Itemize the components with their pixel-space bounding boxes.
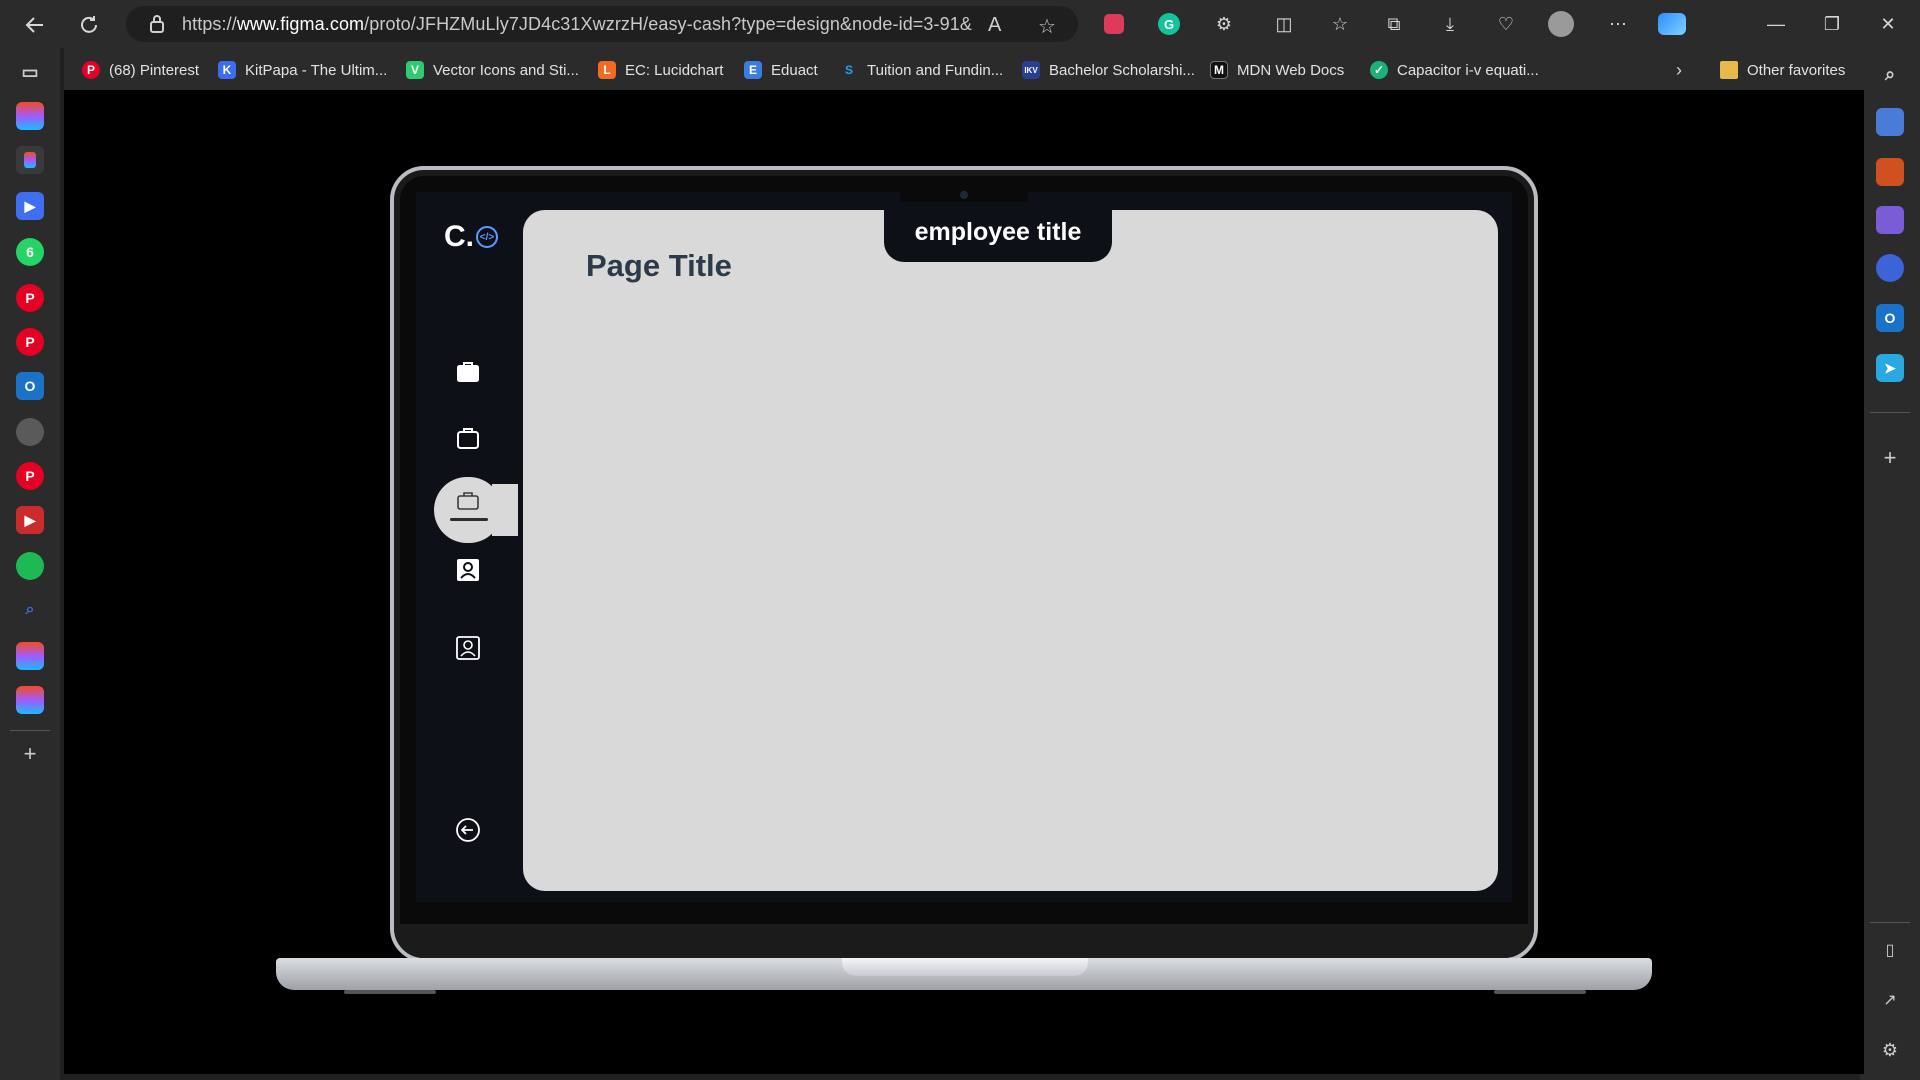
briefcase-filled-icon[interactable] (454, 358, 482, 386)
pinterest-icon: P (82, 61, 100, 79)
read-aloud-icon[interactable]: A (988, 14, 1001, 37)
figma-tab-icon[interactable] (16, 102, 44, 130)
browser-essentials-icon[interactable]: ♡ (1492, 10, 1520, 38)
favorite-item[interactable]: L EC: Lucidchart (598, 59, 723, 81)
microsoft365-icon[interactable] (1876, 254, 1904, 282)
grammarly-icon[interactable]: G (1155, 10, 1183, 38)
vertical-tabs-rail: ▭ ▶ 6 P P O P ▶ ⌕ + (0, 48, 60, 1080)
eduact-icon: E (744, 61, 762, 79)
capacitor-icon: ✓ (1370, 61, 1388, 79)
briefcase-outline-icon[interactable] (454, 424, 482, 452)
camera-dot (960, 191, 968, 199)
favorite-item[interactable]: M MDN Web Docs (1210, 59, 1344, 81)
code-icon: </> (476, 226, 498, 248)
chatgpt-tab-icon[interactable] (16, 418, 44, 446)
settings-gear-icon[interactable]: ⚙ (1876, 1036, 1904, 1064)
youtube-tab-icon[interactable]: ▶ (16, 506, 44, 534)
favorite-item[interactable]: K KitPapa - The Ultim... (218, 59, 387, 81)
favorite-star-icon[interactable]: ☆ (1038, 14, 1056, 39)
main-content-panel (523, 210, 1498, 891)
logo-letter: C. (444, 220, 474, 253)
more-icon[interactable]: ⋯ (1604, 10, 1632, 38)
profile-avatar[interactable] (1547, 10, 1575, 38)
favorites-icon[interactable]: ☆ (1326, 10, 1354, 38)
collections-icon[interactable]: ⧉ (1380, 10, 1408, 38)
favorite-item[interactable]: IKV Bachelor Scholarshi... (1022, 59, 1195, 81)
pinterest-tab-icon[interactable]: P (16, 328, 44, 356)
close-button[interactable]: ✕ (1874, 10, 1902, 38)
back-button[interactable] (18, 8, 52, 42)
active-underline (450, 518, 488, 521)
browser-toolbar: https://www.figma.com/proto/JFHZMuLly7JD… (0, 0, 1920, 48)
employee-title: employee title (914, 217, 1082, 246)
search-icon[interactable]: ⌕ (1876, 60, 1904, 88)
whatsapp-tab-icon[interactable]: 6 (16, 238, 44, 266)
address-bar[interactable]: https://www.figma.com/proto/JFHZMuLly7JD… (126, 6, 1078, 42)
pinterest-tab-icon[interactable]: P (16, 462, 44, 490)
sidebar-toggle-icon[interactable]: ▯ (1876, 936, 1904, 964)
favorite-item[interactable]: E Eduact (744, 59, 818, 81)
new-tab-plus-icon[interactable]: + (16, 740, 44, 768)
folder-icon (1720, 61, 1738, 79)
send-icon[interactable]: ➤ (1876, 354, 1904, 382)
add-plus-icon[interactable]: + (1876, 444, 1904, 472)
favorite-item[interactable]: ✓ Capacitor i-v equati... (1370, 59, 1539, 81)
video-tab-icon[interactable]: ▶ (16, 192, 44, 220)
search-tab-icon[interactable]: ⌕ (16, 596, 44, 624)
favorite-item[interactable]: P (68) Pinterest (82, 59, 199, 81)
extensions-icon[interactable]: ⚙ (1210, 10, 1238, 38)
outlook-tab-icon[interactable]: O (16, 372, 44, 400)
url-text: https://www.figma.com/proto/JFHZMuLly7JD… (182, 13, 972, 34)
figma-tab-icon[interactable] (16, 686, 44, 714)
refresh-button[interactable] (72, 8, 106, 42)
restore-button[interactable]: ❐ (1818, 10, 1846, 38)
lucidchart-icon: L (598, 61, 616, 79)
laptop-foot (1494, 990, 1586, 994)
tab-actions-icon[interactable]: ▭ (16, 58, 44, 86)
laptop-chin (394, 924, 1534, 958)
logout-icon[interactable] (454, 816, 482, 844)
lock-icon (150, 15, 164, 33)
pinterest-tab-icon[interactable]: P (16, 284, 44, 312)
tools-briefcase-icon[interactable] (1876, 158, 1904, 186)
ikv-icon: IKV (1022, 61, 1040, 79)
favorite-item[interactable]: V Vector Icons and Sti... (406, 59, 579, 81)
app-logo[interactable]: C. </> (444, 222, 500, 252)
figma-active-tab-icon[interactable] (16, 146, 44, 174)
outlook-icon[interactable]: O (1876, 304, 1904, 332)
other-favorites[interactable]: Other favorites (1720, 59, 1845, 81)
more-favorites-chevron-icon[interactable]: › (1676, 59, 1682, 81)
open-external-icon[interactable]: ↗ (1876, 986, 1904, 1014)
shopping-tag-icon[interactable] (1876, 108, 1904, 136)
laptop-foot (344, 990, 436, 994)
mdn-icon: M (1210, 61, 1228, 79)
spotify-tab-icon[interactable] (16, 552, 44, 580)
laptop-opening-lip (842, 958, 1088, 976)
kitpapa-icon: K (218, 61, 236, 79)
copilot-icon[interactable] (1658, 10, 1686, 38)
user-card-filled-icon[interactable] (454, 556, 482, 584)
favorite-item[interactable]: S Tuition and Fundin... (840, 59, 1003, 81)
sidebar-rail: ⌕ O ➤ + ▯ ↗ ⚙ (1860, 48, 1920, 1080)
split-screen-icon[interactable]: ◫ (1270, 10, 1298, 38)
games-icon[interactable] (1876, 206, 1904, 234)
page-title: Page Title (586, 248, 732, 283)
s-icon: S (844, 63, 853, 77)
rail-divider (1870, 412, 1910, 413)
favorites-bar: P (68) Pinterest K KitPapa - The Ultim... … (64, 48, 1860, 90)
employee-title-tab: employee title (884, 202, 1112, 262)
extension-d-icon[interactable] (1100, 10, 1128, 38)
figma-tab-icon[interactable] (16, 642, 44, 670)
vector-icons-icon: V (406, 61, 424, 79)
prototype-viewport: C. </> Page Title employee title (64, 90, 1864, 1074)
minimize-button[interactable]: — (1762, 10, 1790, 38)
user-card-outline-icon[interactable] (454, 634, 482, 662)
app-sidebar (416, 192, 524, 902)
downloads-icon[interactable]: ⤓ (1436, 10, 1464, 38)
rail-divider (10, 730, 50, 731)
briefcase-active-icon[interactable] (454, 488, 482, 516)
rail-divider (1870, 922, 1910, 923)
